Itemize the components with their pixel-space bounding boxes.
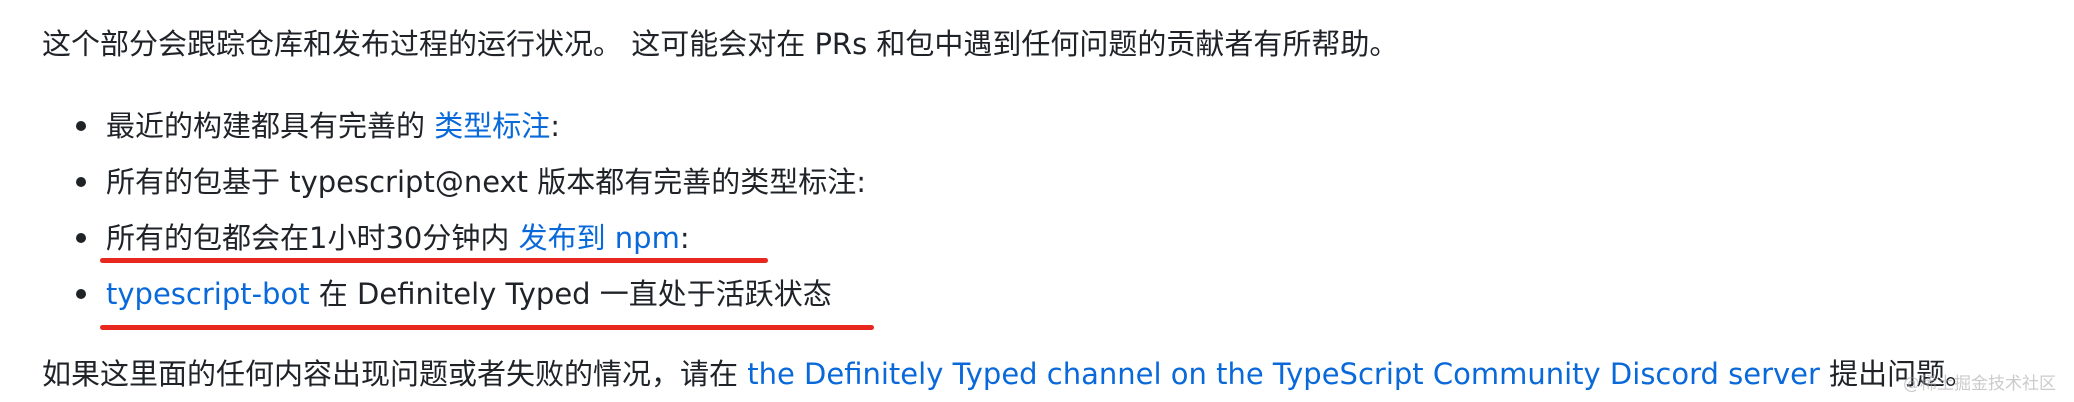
- list-item-text: 所有的包基于 typescript@next 版本都有完善的类型标注:: [106, 160, 866, 204]
- bullet-dot-icon: [76, 121, 86, 131]
- watermark: @稀土掘金技术社区: [1903, 374, 2056, 394]
- list-item-text-before: 所有的包都会在1小时30分钟内: [106, 221, 519, 255]
- publish-to-npm-link[interactable]: 发布到 npm: [519, 221, 680, 255]
- list-item-text-after: 在 Definitely Typed 一直处于活跃状态: [309, 277, 832, 311]
- intro-paragraph: 这个部分会跟踪仓库和发布过程的运行状况。 这可能会对在 PRs 和包中遇到任何问…: [42, 27, 1399, 61]
- bullet-dot-icon: [76, 177, 86, 187]
- list-item-text-after: :: [550, 109, 561, 143]
- outro-text-before: 如果这里面的任何内容出现问题或者失败的情况，请在: [42, 357, 748, 391]
- red-underline-annotation: [100, 325, 874, 330]
- list-item-text: typescript-bot 在 Definitely Typed 一直处于活跃…: [106, 272, 832, 316]
- red-underline-annotation: [100, 258, 768, 263]
- discord-channel-link[interactable]: the Definitely Typed channel on the Type…: [747, 357, 1820, 391]
- typescript-bot-link[interactable]: typescript-bot: [106, 277, 310, 311]
- bullet-dot-icon: [76, 289, 86, 299]
- list-item-text-after: :: [679, 221, 690, 255]
- document-page: 这个部分会跟踪仓库和发布过程的运行状况。 这可能会对在 PRs 和包中遇到任何问…: [0, 0, 2074, 402]
- list-item-text: 最近的构建都具有完善的 类型标注:: [106, 104, 560, 148]
- list-item-text-before: 最近的构建都具有完善的: [106, 109, 435, 143]
- bullet-dot-icon: [76, 233, 86, 243]
- type-annotations-link[interactable]: 类型标注: [434, 109, 550, 143]
- list-item-text: 所有的包都会在1小时30分钟内 发布到 npm:: [106, 216, 690, 260]
- outro-paragraph: 如果这里面的任何内容出现问题或者失败的情况，请在 the Definitely …: [42, 354, 1974, 394]
- list-item-text-before: 所有的包基于 typescript@next 版本都有完善的类型标注:: [106, 165, 867, 199]
